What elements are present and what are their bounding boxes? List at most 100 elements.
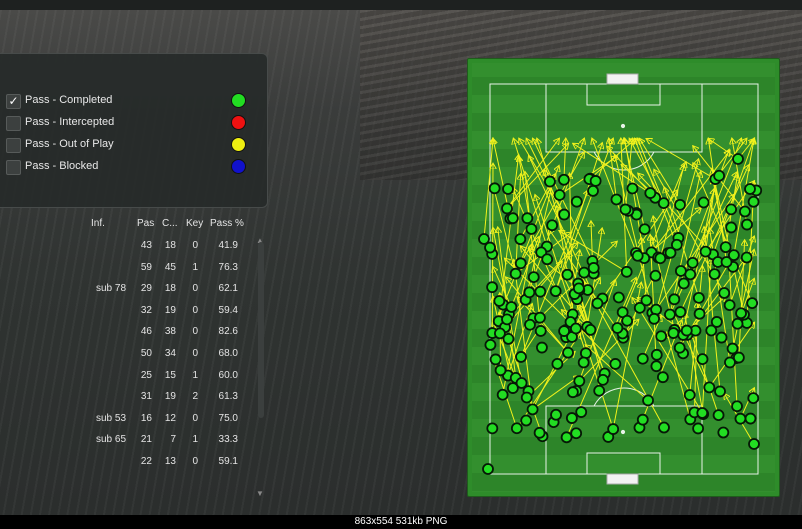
player-marker[interactable] xyxy=(725,203,738,216)
player-marker[interactable] xyxy=(638,223,651,236)
player-marker[interactable] xyxy=(692,422,705,435)
player-marker[interactable] xyxy=(674,198,686,211)
player-marker[interactable] xyxy=(524,318,536,331)
table-row[interactable]: 59 45 1 76.3 xyxy=(0,262,255,278)
player-marker[interactable] xyxy=(565,412,578,424)
player-marker[interactable] xyxy=(677,277,690,290)
player-marker[interactable] xyxy=(536,341,548,354)
player-marker[interactable] xyxy=(655,330,668,343)
player-marker[interactable] xyxy=(718,287,731,299)
table-row[interactable]: 31 19 2 61.3 xyxy=(0,391,255,407)
player-marker[interactable] xyxy=(731,400,743,413)
player-marker[interactable] xyxy=(650,360,663,373)
player-marker[interactable] xyxy=(509,267,522,280)
player-marker[interactable] xyxy=(493,295,506,307)
player-marker[interactable] xyxy=(656,371,669,384)
player-marker[interactable] xyxy=(501,202,513,215)
player-marker[interactable] xyxy=(658,421,670,434)
player-marker[interactable] xyxy=(731,317,744,330)
player-marker[interactable] xyxy=(506,212,519,225)
player-marker[interactable] xyxy=(717,426,730,439)
player-marker[interactable] xyxy=(744,412,757,425)
player-marker[interactable] xyxy=(514,257,527,270)
player-marker[interactable] xyxy=(597,373,609,386)
player-marker[interactable] xyxy=(558,208,571,221)
player-marker[interactable] xyxy=(686,256,699,269)
player-marker[interactable] xyxy=(549,285,562,298)
player-marker[interactable] xyxy=(692,291,705,304)
table-row[interactable]: sub 78 29 18 0 62.1 xyxy=(0,283,255,299)
player-marker[interactable] xyxy=(674,265,687,277)
player-marker[interactable] xyxy=(484,339,497,351)
player-marker[interactable] xyxy=(534,325,547,337)
player-marker[interactable] xyxy=(650,348,663,361)
player-marker[interactable] xyxy=(515,377,528,389)
player-marker[interactable] xyxy=(748,438,760,450)
player-marker[interactable] xyxy=(657,197,670,210)
player-marker[interactable] xyxy=(667,327,680,339)
header-pass-pct[interactable]: Pass % xyxy=(210,218,244,229)
player-marker[interactable] xyxy=(486,422,499,435)
table-row[interactable]: 25 15 1 60.0 xyxy=(0,370,255,386)
player-marker[interactable] xyxy=(650,303,662,316)
player-marker[interactable] xyxy=(612,291,625,304)
player-marker[interactable] xyxy=(732,153,744,165)
player-marker[interactable] xyxy=(648,312,661,325)
player-marker[interactable] xyxy=(607,423,620,435)
player-marker[interactable] xyxy=(670,238,683,251)
player-marker[interactable] xyxy=(673,341,686,354)
header-passes[interactable]: Pas xyxy=(137,218,154,229)
player-marker[interactable] xyxy=(696,407,709,419)
player-marker[interactable] xyxy=(534,311,546,324)
player-marker[interactable] xyxy=(740,251,753,264)
player-marker[interactable] xyxy=(562,346,574,359)
player-marker[interactable] xyxy=(636,352,649,365)
player-marker[interactable] xyxy=(478,233,490,245)
player-marker[interactable] xyxy=(739,205,751,218)
player-marker[interactable] xyxy=(693,307,706,320)
player-marker[interactable] xyxy=(501,313,513,326)
player-marker[interactable] xyxy=(573,375,586,387)
player-marker[interactable] xyxy=(575,406,588,418)
table-scrollbar[interactable] xyxy=(258,242,264,418)
player-marker[interactable] xyxy=(723,299,736,312)
player-marker[interactable] xyxy=(510,422,523,435)
player-marker[interactable] xyxy=(515,351,527,363)
player-marker[interactable] xyxy=(714,385,726,398)
player-marker[interactable] xyxy=(584,324,597,336)
player-marker[interactable] xyxy=(579,347,592,360)
player-marker[interactable] xyxy=(505,301,518,313)
player-marker[interactable] xyxy=(715,331,728,344)
player-marker[interactable] xyxy=(544,175,556,188)
checkbox-intercepted[interactable] xyxy=(6,116,21,131)
player-marker[interactable] xyxy=(591,297,604,310)
player-marker[interactable] xyxy=(489,353,502,366)
player-marker[interactable] xyxy=(705,324,718,337)
player-marker[interactable] xyxy=(496,388,509,401)
player-marker[interactable] xyxy=(703,381,716,394)
player-marker[interactable] xyxy=(560,431,573,444)
player-marker[interactable] xyxy=(712,409,725,422)
table-row[interactable]: sub 65 21 7 1 33.3 xyxy=(0,434,255,450)
player-marker[interactable] xyxy=(593,384,606,397)
player-marker[interactable] xyxy=(668,293,681,306)
player-marker[interactable] xyxy=(697,196,710,209)
player-marker[interactable] xyxy=(633,301,646,314)
player-marker[interactable] xyxy=(732,351,745,364)
table-row[interactable]: 22 13 0 59.1 xyxy=(0,456,255,472)
player-marker[interactable] xyxy=(587,262,600,274)
player-marker[interactable] xyxy=(744,183,756,195)
player-marker[interactable] xyxy=(719,241,732,254)
player-marker[interactable] xyxy=(644,187,657,199)
player-marker[interactable] xyxy=(747,195,760,208)
player-marker[interactable] xyxy=(578,266,591,279)
player-marker[interactable] xyxy=(541,253,554,266)
player-marker[interactable] xyxy=(561,268,574,281)
player-marker[interactable] xyxy=(654,252,667,265)
legend-row-intercepted[interactable]: Pass - Intercepted xyxy=(6,114,256,132)
player-marker[interactable] xyxy=(486,281,499,294)
player-marker[interactable] xyxy=(558,325,571,337)
player-marker[interactable] xyxy=(572,282,585,295)
checkbox-out-of-play[interactable] xyxy=(6,138,21,153)
player-marker[interactable] xyxy=(589,175,602,187)
